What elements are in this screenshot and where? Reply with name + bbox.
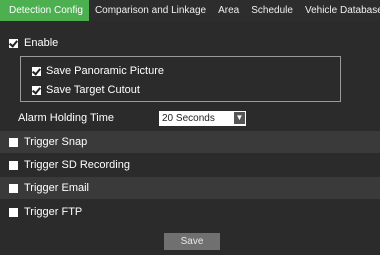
chevron-down-icon[interactable]: ▼ [234,112,245,124]
trigger-sd-recording-label: Trigger SD Recording [24,159,130,171]
trigger-email-row: Trigger Email [0,177,380,199]
trigger-snap-label: Trigger Snap [24,136,88,148]
trigger-email-checkbox[interactable] [9,183,18,193]
save-panoramic-checkbox[interactable] [32,66,41,76]
save-options-group: Save Panoramic Picture Save Target Cutou… [20,56,341,102]
tab-area[interactable]: Area [212,0,245,21]
trigger-snap-checkbox[interactable] [9,137,18,147]
tab-comparison-and-linkage[interactable]: Comparison and Linkage [89,0,212,21]
trigger-email-label: Trigger Email [24,182,89,194]
alarm-holding-value: 20 Seconds [162,113,215,124]
trigger-snap-row: Trigger Snap [0,131,380,153]
tab-vehicle-database[interactable]: Vehicle Database [299,0,380,21]
tab-bar: Detection Config Comparison and Linkage … [0,0,380,21]
trigger-sd-recording-checkbox[interactable] [9,160,18,170]
alarm-holding-select[interactable]: 20 Seconds ▼ [159,111,246,126]
alarm-holding-label: Alarm Holding Time [18,112,114,124]
trigger-ftp-label: Trigger FTP [24,206,83,218]
save-panoramic-item: Save Panoramic Picture [21,62,164,80]
enable-row: Enable [0,32,380,54]
alarm-holding-row: Alarm Holding Time 20 Seconds ▼ [0,107,380,129]
save-panoramic-label: Save Panoramic Picture [46,65,164,77]
save-target-label: Save Target Cutout [46,84,140,96]
enable-label: Enable [24,37,59,49]
tab-schedule[interactable]: Schedule [245,0,299,21]
save-target-item: Save Target Cutout [21,81,140,99]
tab-detection-config[interactable]: Detection Config [0,0,89,21]
trigger-sd-recording-row: Trigger SD Recording [0,154,380,176]
enable-checkbox[interactable] [9,38,18,48]
save-button[interactable]: Save [164,233,220,250]
trigger-ftp-row: Trigger FTP [0,201,380,223]
save-target-checkbox[interactable] [32,85,41,95]
trigger-ftp-checkbox[interactable] [9,207,18,217]
